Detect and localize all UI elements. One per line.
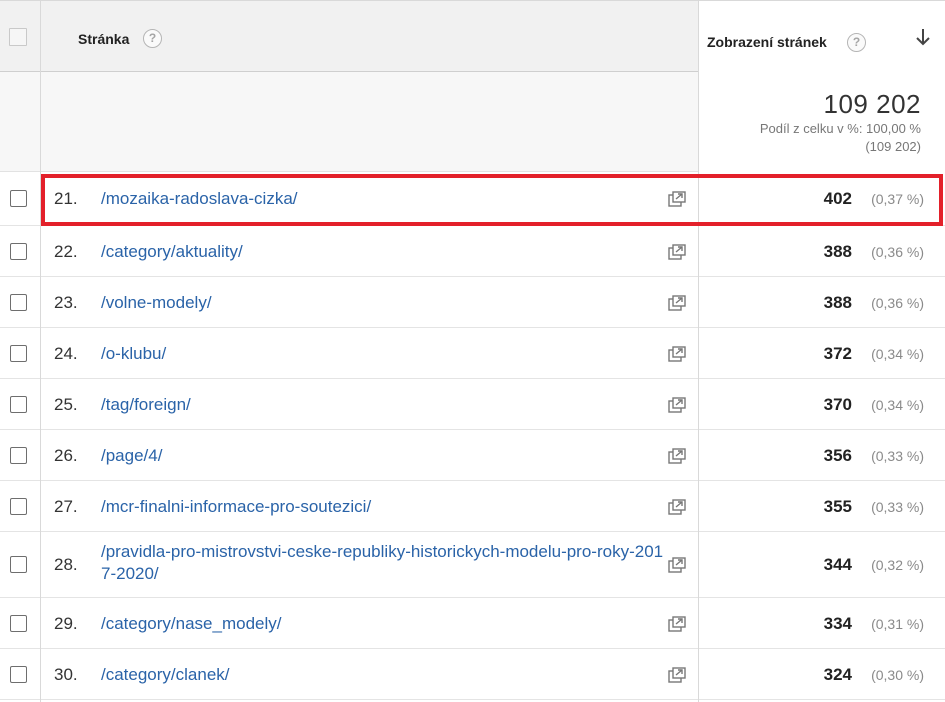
- row-checkbox[interactable]: [10, 614, 27, 632]
- pageviews-value: 356: [823, 445, 852, 465]
- table-row: 26. /page/4/356 (0,33 %): [0, 430, 945, 481]
- table-row: 27. /mcr-finalni-informace-pro-soutezici/…: [0, 481, 945, 532]
- open-external-icon[interactable]: [668, 498, 686, 515]
- pageviews-percent: (0,30 %): [871, 666, 924, 683]
- page-link[interactable]: /mcr-finalni-informace-pro-soutezici/: [101, 496, 666, 518]
- open-external-icon[interactable]: [668, 396, 686, 413]
- pageviews-percent: (0,32 %): [871, 557, 924, 573]
- open-external-icon[interactable]: [668, 243, 686, 260]
- page-link[interactable]: /pravidla-pro-mistrovstvi-ceske-republik…: [101, 541, 666, 585]
- row-number: 23.: [54, 292, 78, 312]
- total-share-total: (109 202): [865, 139, 921, 154]
- row-number: 24.: [54, 343, 78, 363]
- table-row: 25. /tag/foreign/370 (0,34 %): [0, 379, 945, 430]
- row-checkbox[interactable]: [10, 556, 27, 573]
- table-row: 24. /o-klubu/372 (0,34 %): [0, 328, 945, 379]
- pageviews-value: 324: [823, 664, 852, 684]
- column-divider: [698, 0, 699, 702]
- pageviews-percent: (0,37 %): [871, 191, 924, 207]
- table-row: 28. /pravidla-pro-mistrovstvi-ceske-repub…: [0, 532, 945, 598]
- row-number: 30.: [54, 664, 78, 684]
- open-external-icon[interactable]: [668, 447, 686, 464]
- page-link[interactable]: /o-klubu/: [101, 343, 666, 365]
- pageviews-percent: (0,34 %): [871, 396, 924, 413]
- pageviews-value: 334: [823, 613, 852, 633]
- pageviews-value: 370: [823, 394, 852, 414]
- row-number: 25.: [54, 394, 78, 414]
- page-link[interactable]: /volne-modely/: [101, 292, 666, 314]
- row-checkbox[interactable]: [10, 344, 27, 362]
- pageviews-percent: (0,36 %): [871, 243, 924, 260]
- select-all-checkbox[interactable]: [9, 28, 27, 46]
- row-number: 29.: [54, 613, 78, 633]
- page-column-header[interactable]: Stránka: [78, 31, 129, 47]
- pageviews-value: 388: [823, 241, 852, 261]
- row-number: 28.: [54, 555, 78, 574]
- open-external-icon[interactable]: [668, 615, 686, 632]
- total-views-value: 109 202: [823, 89, 921, 119]
- row-checkbox[interactable]: [10, 242, 27, 260]
- select-all-cell: [0, 1, 41, 73]
- table-row: 22. /category/aktuality/388 (0,36 %): [0, 226, 945, 277]
- row-number: 22.: [54, 241, 78, 261]
- pageviews-value: 355: [823, 496, 852, 516]
- arrow-down-icon[interactable]: [914, 26, 932, 48]
- row-checkbox[interactable]: [10, 293, 27, 311]
- row-number: 27.: [54, 496, 78, 516]
- open-external-icon[interactable]: [668, 294, 686, 311]
- views-column-header[interactable]: Zobrazení stránek: [707, 34, 827, 50]
- row-number: 21.: [54, 189, 78, 208]
- open-external-icon[interactable]: [668, 666, 686, 683]
- table-row: 23. /volne-modely/388 (0,36 %): [0, 277, 945, 328]
- open-external-icon[interactable]: [668, 557, 686, 573]
- page-link[interactable]: /page/4/: [101, 445, 666, 467]
- row-checkbox[interactable]: [10, 446, 27, 464]
- page-link[interactable]: /tag/foreign/: [101, 394, 666, 416]
- totals-views-cell: 109 202 Podíl z celku v %: 100,00 % (109…: [698, 72, 945, 172]
- row-checkbox[interactable]: [10, 190, 27, 207]
- table-row: 29. /category/nase_modely/334 (0,31 %): [0, 598, 945, 649]
- page-help-icon[interactable]: ?: [143, 29, 162, 48]
- column-divider: [40, 0, 41, 702]
- pageviews-percent: (0,33 %): [871, 498, 924, 515]
- total-share-label: Podíl z celku v %: 100,00 %: [759, 121, 921, 136]
- pageviews-percent: (0,36 %): [871, 294, 924, 311]
- page-link[interactable]: /mozaika-radoslava-cizka/: [101, 188, 666, 210]
- open-external-icon[interactable]: [668, 345, 686, 362]
- pageviews-value: 388: [823, 292, 852, 312]
- pageviews-percent: (0,33 %): [871, 447, 924, 464]
- totals-row: 109 202 Podíl z celku v %: 100,00 % (109…: [0, 72, 945, 172]
- pageviews-percent: (0,31 %): [871, 615, 924, 632]
- row-checkbox[interactable]: [10, 497, 27, 515]
- open-external-icon[interactable]: [668, 191, 686, 207]
- views-help-icon[interactable]: ?: [847, 33, 866, 52]
- pageviews-value: 372: [823, 343, 852, 363]
- page-link[interactable]: /category/nase_modely/: [101, 613, 666, 635]
- table-row: 21. /mozaika-radoslava-cizka/402 (0,37 %): [0, 172, 945, 226]
- pageviews-value: 344: [823, 555, 852, 574]
- row-checkbox[interactable]: [10, 395, 27, 413]
- row-checkbox[interactable]: [10, 665, 27, 683]
- table-header: Stránka ? Zobrazení stránek ?: [0, 0, 945, 73]
- pageviews-percent: (0,34 %): [871, 345, 924, 362]
- page-link[interactable]: /category/clanek/: [101, 664, 666, 686]
- page-link[interactable]: /category/aktuality/: [101, 241, 666, 263]
- pageviews-value: 402: [823, 189, 852, 208]
- table-row: 30. /category/clanek/324 (0,30 %): [0, 649, 945, 700]
- analytics-table: Stránka ? Zobrazení stránek ? 109 202 Po…: [0, 0, 945, 702]
- row-number: 26.: [54, 445, 78, 465]
